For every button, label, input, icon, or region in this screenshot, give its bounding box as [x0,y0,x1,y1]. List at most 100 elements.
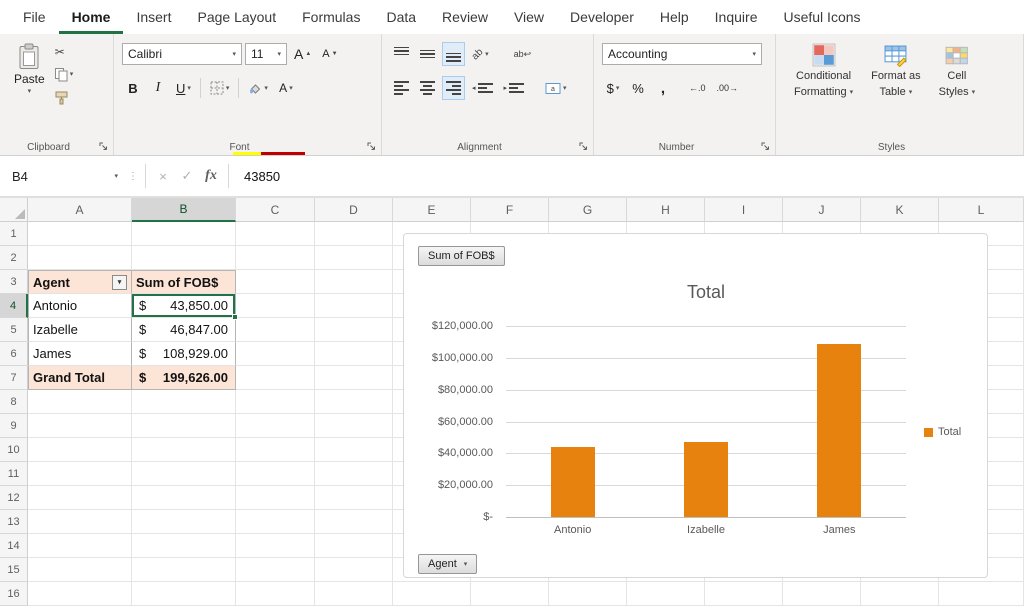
cell-B14[interactable] [132,534,236,558]
cell-A13[interactable] [28,510,132,534]
format-as-table-button[interactable]: Format as Table▾ [865,41,927,101]
cell-C10[interactable] [236,438,315,462]
conditional-formatting-button[interactable]: Conditional Formatting▾ [788,41,859,101]
cell-D14[interactable] [315,534,393,558]
cell-B6[interactable]: $108,929.00 [132,342,236,366]
tab-developer[interactable]: Developer [557,0,647,34]
number-format-select[interactable]: Accounting ▾ [602,43,762,65]
column-header-I[interactable]: I [705,198,783,222]
cell-B2[interactable] [132,246,236,270]
cell-C6[interactable] [236,342,315,366]
align-right-button[interactable] [442,76,465,100]
cell-A1[interactable] [28,222,132,246]
cell-C9[interactable] [236,414,315,438]
underline-button[interactable]: U▾ [172,76,195,100]
row-header-15[interactable]: 15 [0,558,28,582]
row-header-13[interactable]: 13 [0,510,28,534]
row-header-6[interactable]: 6 [0,342,28,366]
cell-D7[interactable] [315,366,393,390]
cell-J16[interactable] [783,582,861,606]
pivot-filter-dropdown-button[interactable]: ▾ [112,275,127,290]
bold-button[interactable]: B [122,76,144,100]
top-align-button[interactable] [390,42,413,66]
column-header-A[interactable]: A [28,198,132,222]
align-left-button[interactable] [390,76,413,100]
row-header-7[interactable]: 7 [0,366,28,390]
enter-button[interactable]: ✓ [175,162,199,190]
chart-legend[interactable]: Total [924,426,961,438]
row-header-3[interactable]: 3 [0,270,28,294]
cell-C5[interactable] [236,318,315,342]
cell-I16[interactable] [705,582,783,606]
align-center-button[interactable] [416,76,439,100]
cell-A2[interactable] [28,246,132,270]
cell-B3[interactable]: Sum of FOB$ [132,270,236,294]
format-painter-button[interactable] [55,89,74,106]
column-header-B[interactable]: B [132,198,236,222]
tab-page-layout[interactable]: Page Layout [184,0,289,34]
cell-D13[interactable] [315,510,393,534]
pivot-chart[interactable]: Sum of FOB$ Total $120,000.00$100,000.00… [403,233,988,578]
tab-home[interactable]: Home [59,0,124,34]
cell-A8[interactable] [28,390,132,414]
cell-A6[interactable]: James [28,342,132,366]
tab-file[interactable]: File [10,0,59,34]
cell-C14[interactable] [236,534,315,558]
fill-color-button[interactable]: ▾ [244,76,272,100]
cell-E16[interactable] [393,582,471,606]
decrease-indent-button[interactable]: ◂ [468,76,497,100]
tab-inquire[interactable]: Inquire [702,0,771,34]
tab-insert[interactable]: Insert [123,0,184,34]
column-header-H[interactable]: H [627,198,705,222]
cell-H16[interactable] [627,582,705,606]
chart-bar-antonio[interactable] [551,447,595,517]
wrap-text-button[interactable]: ab↩ [510,42,536,66]
cancel-button[interactable]: × [151,162,175,190]
column-header-J[interactable]: J [783,198,861,222]
cell-A10[interactable] [28,438,132,462]
row-header-1[interactable]: 1 [0,222,28,246]
column-header-G[interactable]: G [549,198,627,222]
column-header-D[interactable]: D [315,198,393,222]
chart-axis-field-button[interactable]: Agent ▾ [418,554,477,574]
cell-A11[interactable] [28,462,132,486]
cell-C16[interactable] [236,582,315,606]
row-header-10[interactable]: 10 [0,438,28,462]
middle-align-button[interactable] [416,42,439,66]
chart-bar-izabelle[interactable] [684,442,728,517]
cell-B1[interactable] [132,222,236,246]
cell-D12[interactable] [315,486,393,510]
cell-B7[interactable]: $199,626.00 [132,366,236,390]
cell-A7[interactable]: Grand Total [28,366,132,390]
row-header-14[interactable]: 14 [0,534,28,558]
cell-A14[interactable] [28,534,132,558]
cell-A5[interactable]: Izabelle [28,318,132,342]
cell-L16[interactable] [939,582,1024,606]
cell-D6[interactable] [315,342,393,366]
tab-formulas[interactable]: Formulas [289,0,373,34]
cell-C13[interactable] [236,510,315,534]
merge-center-button[interactable]: a ▾ [541,76,571,100]
select-all-corner[interactable] [0,198,28,222]
row-header-11[interactable]: 11 [0,462,28,486]
number-dialog-launcher[interactable] [759,140,771,152]
cut-button[interactable]: ✂ [55,43,74,60]
cell-D10[interactable] [315,438,393,462]
cell-D9[interactable] [315,414,393,438]
borders-button[interactable]: ▾ [206,76,234,100]
cell-A16[interactable] [28,582,132,606]
alignment-dialog-launcher[interactable] [577,140,589,152]
cell-D2[interactable] [315,246,393,270]
decrease-decimal-button[interactable]: .00→ [713,76,743,100]
copy-button[interactable]: ▾ [55,66,74,83]
cell-D11[interactable] [315,462,393,486]
cell-D4[interactable] [315,294,393,318]
cell-A9[interactable] [28,414,132,438]
insert-function-button[interactable]: fx [199,162,223,190]
cell-C7[interactable] [236,366,315,390]
font-family-select[interactable]: Calibri ▾ [122,43,242,65]
column-header-C[interactable]: C [236,198,315,222]
tab-data[interactable]: Data [373,0,429,34]
font-color-button[interactable]: A ▾ [275,76,297,100]
name-box-dropdown-icon[interactable]: ▾ [114,173,118,180]
